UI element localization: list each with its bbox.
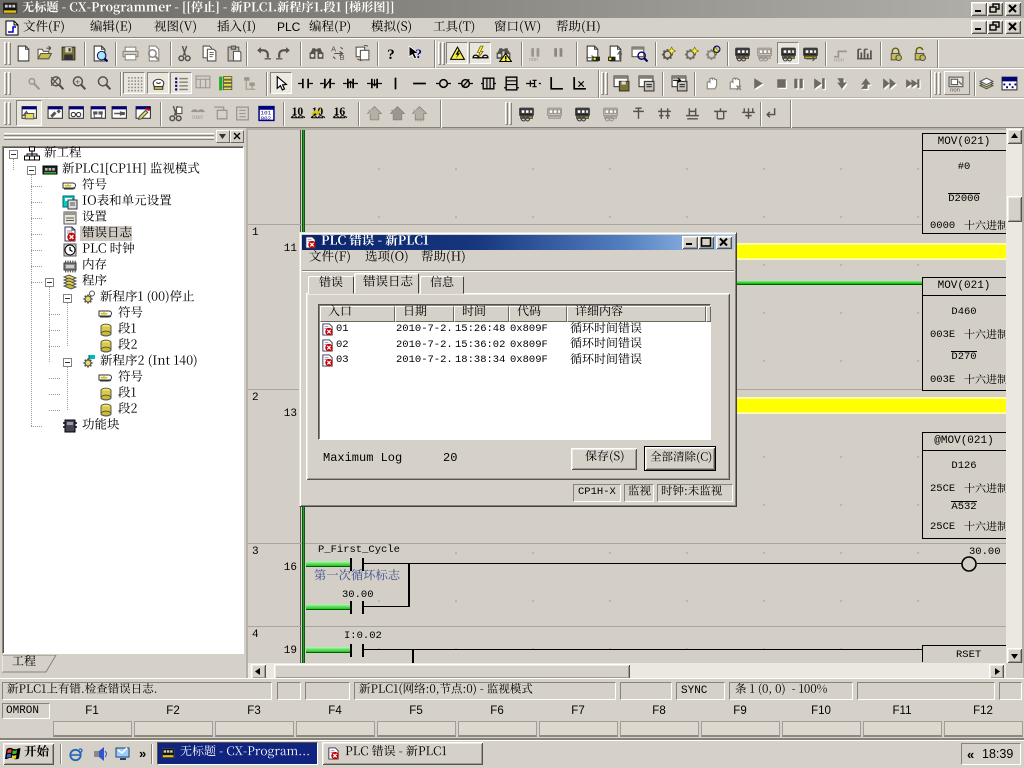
svg-text:non: non <box>834 57 844 62</box>
svg-text:non: non <box>950 87 960 92</box>
svg-text:+: + <box>75 76 80 86</box>
svg-text:?: ? <box>387 46 394 61</box>
svg-text:non: non <box>415 117 424 122</box>
svg-text:?: ? <box>415 46 421 60</box>
svg-text:non: non <box>192 113 203 120</box>
svg-text:A: A <box>331 45 336 53</box>
svg-text:non: non <box>529 56 538 61</box>
svg-text:002: 002 <box>260 114 271 121</box>
